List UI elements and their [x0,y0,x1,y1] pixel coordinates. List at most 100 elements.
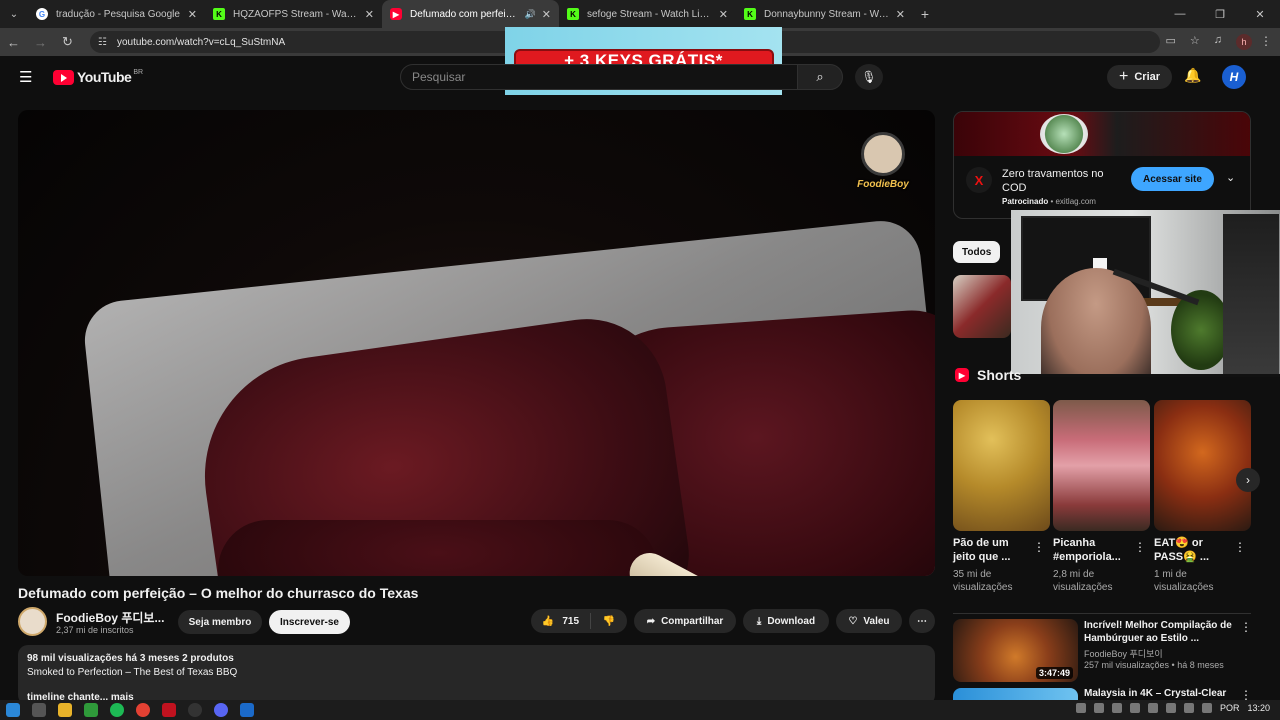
shorts-label: Shorts [977,367,1022,383]
volume-icon[interactable] [1201,703,1212,713]
account-avatar[interactable]: H [1222,65,1246,89]
tab-search-icon[interactable]: ⌄ [0,0,28,28]
short-title[interactable]: EAT😍 or PASS🤮 ... [1154,536,1234,564]
dislike-button[interactable]: 👎 [591,616,627,627]
file-explorer-icon[interactable] [58,703,72,717]
browser-tab-active[interactable]: ▶ Defumado com perfeição – 🔊 ✕ [382,0,559,28]
chrome-icon[interactable] [136,703,150,717]
spotify-icon[interactable] [110,703,124,717]
join-button[interactable]: Seja membro [178,610,262,634]
tray-icon[interactable] [1075,703,1086,713]
close-tab-icon[interactable]: ✕ [542,8,551,21]
search-input[interactable]: Pesquisar [400,64,800,90]
like-button[interactable]: 👍 715 [531,613,591,629]
video-duration: 3:47:49 [1036,667,1074,679]
sidebar-ad-card[interactable]: X Zero travamentos no COD Patrocinado • … [953,111,1251,219]
tray-icon[interactable] [1129,703,1140,713]
profile-avatar[interactable]: h [1236,34,1252,50]
close-tab-icon[interactable]: ✕ [188,8,197,21]
chevron-down-icon[interactable]: ⌄ [1226,171,1235,184]
more-vertical-icon[interactable]: ⋮ [1234,540,1246,554]
recommendation-title[interactable]: Malaysia in 4K – Crystal-Clear [1084,688,1234,699]
xbox-icon[interactable] [84,703,98,717]
maximize-icon[interactable]: ❐ [1200,8,1240,21]
search-icon: ⌕ [816,69,824,84]
channel-watermark[interactable]: FoodieBoy [853,132,913,204]
site-info-icon[interactable]: ☷ [98,37,107,48]
tray-icon[interactable] [1093,703,1104,713]
shorts-next-button[interactable]: › [1236,468,1260,492]
obs-icon[interactable] [188,703,202,717]
hamburger-menu-icon[interactable]: ☰ [19,68,32,86]
more-vertical-icon[interactable]: ⋮ [1134,540,1146,554]
close-tab-icon[interactable]: ✕ [719,8,728,21]
kick-icon: K [567,8,579,20]
recommendation-title[interactable]: Incrível! Melhor Compilação de Hambúrgue… [1084,619,1234,645]
short-title[interactable]: Picanha #emporiola... [1053,536,1133,564]
share-label: Compartilhar [661,615,724,627]
create-button[interactable]: + Criar [1107,65,1173,89]
tray-icon[interactable] [1147,703,1158,713]
notifications-bell-icon[interactable]: 🔔 [1184,67,1201,84]
browser-tab[interactable]: K Donnaybunny Stream - Watch ✕ [736,0,913,28]
app-icon[interactable] [162,703,176,717]
google-icon: G [36,8,48,20]
media-controls-icon[interactable]: ♫ [1214,34,1222,50]
microphone-icon: 🎙 [861,70,877,84]
clock[interactable]: 13:20 [1247,703,1270,713]
download-button[interactable]: ⤓ Download [743,609,829,633]
video-player[interactable]: FoodieBoy [18,110,935,576]
window-controls: — ❐ ✕ [1160,0,1280,28]
subscribe-button[interactable]: Inscrever-se [269,610,350,634]
short-title[interactable]: Pão de um jeito que ... [953,536,1033,564]
short-thumbnail[interactable] [1053,400,1150,531]
recommendation-channel[interactable]: FoodieBoy 푸디보이 [1084,647,1163,660]
thanks-label: Valeu [863,615,890,627]
browser-tab[interactable]: K HQZAOFPS Stream - Watch Live ✕ [205,0,382,28]
more-vertical-icon[interactable]: ⋮ [1033,540,1045,554]
channel-avatar[interactable] [18,607,47,636]
description-meta: 98 mil visualizações há 3 meses 2 produt… [27,653,234,664]
new-tab-button[interactable]: + [913,6,937,22]
discord-icon[interactable] [214,703,228,717]
short-thumbnail[interactable] [953,400,1050,531]
thanks-button[interactable]: ♡ Valeu [836,609,902,633]
advertiser-logo-icon: X [966,167,992,193]
forward-arrow-icon[interactable]: → [27,35,54,50]
back-arrow-icon[interactable]: ← [0,35,27,50]
description-box[interactable]: 98 mil visualizações há 3 meses 2 produt… [18,645,935,705]
speaker-icon[interactable]: 🔊 [525,9,536,20]
visit-site-button[interactable]: Acessar site [1131,167,1214,191]
search-button[interactable]: ⌕ [797,64,843,90]
bookmark-star-icon[interactable]: ☆ [1190,34,1200,50]
minimize-icon[interactable]: — [1160,8,1200,20]
recommendation-thumbnail[interactable] [953,275,1011,338]
cast-icon[interactable]: ▭ [1165,34,1175,50]
close-tab-icon[interactable]: ✕ [896,8,905,21]
close-window-icon[interactable]: ✕ [1240,8,1280,21]
keyboard-language[interactable]: POR [1220,703,1240,713]
search-icon[interactable] [32,703,46,717]
browser-tab[interactable]: G tradução - Pesquisa Google ✕ [28,0,205,28]
sponsored-label: Patrocinado [1002,197,1049,206]
youtube-logo[interactable]: YouTube BR [53,69,143,85]
more-actions-button[interactable]: ⋯ [909,609,935,633]
browser-tab[interactable]: K sefoge Stream - Watch Live on ✕ [559,0,736,28]
close-tab-icon[interactable]: ✕ [365,8,374,21]
short-thumbnail[interactable] [1154,400,1251,531]
wifi-icon[interactable] [1183,703,1194,713]
search-placeholder: Pesquisar [412,70,466,84]
app-icon[interactable] [240,703,254,717]
reload-icon[interactable]: ↻ [54,34,81,50]
shorts-icon: ▶ [955,368,969,382]
browser-menu-icon[interactable]: ⋮ [1260,34,1272,48]
more-vertical-icon[interactable]: ⋮ [1240,620,1252,634]
chip-all[interactable]: Todos [953,241,1001,263]
voice-search-button[interactable]: 🎙 [855,64,883,90]
tray-icon[interactable] [1165,703,1176,713]
streamer-image [1041,268,1151,374]
tray-icon[interactable] [1111,703,1122,713]
share-button[interactable]: ➦ Compartilhar [634,609,736,633]
channel-name[interactable]: FoodieBoy 푸디보... [56,609,164,626]
windows-start-icon[interactable] [6,703,20,717]
